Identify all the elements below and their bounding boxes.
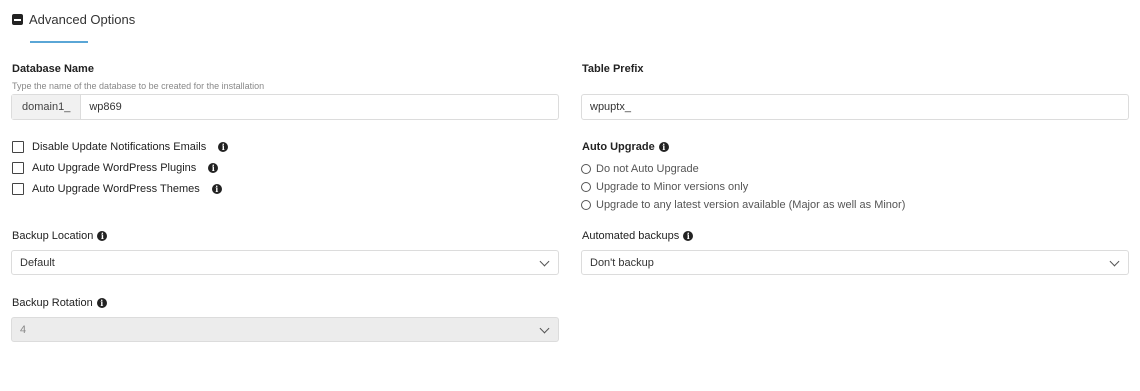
radio-label: Do not Auto Upgrade: [596, 163, 699, 175]
info-icon[interactable]: i: [208, 163, 219, 173]
automated-backups-label-row: Automated backups i: [582, 230, 694, 242]
database-name-hint: Type the name of the database to be crea…: [12, 81, 265, 91]
radio-no-auto-upgrade[interactable]: Do not Auto Upgrade: [581, 163, 699, 175]
automated-backups-select[interactable]: Don't backup: [581, 250, 1129, 275]
backup-rotation-select: 4: [11, 317, 559, 342]
checkbox-auto-upgrade-plugins[interactable]: Auto Upgrade WordPress Plugins i: [12, 162, 219, 174]
info-icon[interactable]: i: [218, 142, 229, 152]
checkbox[interactable]: [12, 162, 24, 174]
radio-button[interactable]: [581, 200, 591, 210]
backup-location-label: Backup Location: [12, 230, 94, 242]
auto-upgrade-label: Auto Upgrade: [582, 141, 655, 153]
automated-backups-label: Automated backups: [582, 230, 680, 242]
minus-square-icon: [12, 14, 23, 25]
checkbox-auto-upgrade-themes[interactable]: Auto Upgrade WordPress Themes i: [12, 183, 222, 195]
chevron-down-icon: [1109, 256, 1120, 266]
automated-backups-value: Don't backup: [590, 256, 654, 269]
backup-rotation-value: 4: [20, 323, 27, 336]
info-icon[interactable]: i: [97, 231, 108, 241]
table-prefix-value: wpuptx_: [590, 101, 631, 113]
table-prefix-label: Table Prefix: [582, 63, 644, 75]
section-title: Advanced Options: [29, 12, 136, 27]
radio-button[interactable]: [581, 182, 591, 192]
table-prefix-input[interactable]: wpuptx_: [581, 94, 1129, 120]
database-name-label: Database Name: [12, 63, 94, 75]
checkbox-label: Disable Update Notifications Emails: [32, 141, 207, 153]
backup-location-value: Default: [20, 256, 55, 269]
checkbox-label: Auto Upgrade WordPress Themes: [32, 183, 200, 195]
radio-upgrade-minor[interactable]: Upgrade to Minor versions only: [581, 181, 748, 193]
checkbox[interactable]: [12, 141, 24, 153]
backup-rotation-label-row: Backup Rotation i: [12, 297, 107, 309]
checkbox[interactable]: [12, 183, 24, 195]
radio-label: Upgrade to any latest version available …: [596, 199, 906, 211]
info-icon[interactable]: i: [211, 184, 222, 194]
info-icon[interactable]: i: [683, 231, 694, 241]
radio-upgrade-latest[interactable]: Upgrade to any latest version available …: [581, 199, 905, 211]
chevron-down-icon: [539, 323, 550, 333]
database-prefix-addon: domain1_: [12, 95, 82, 119]
backup-rotation-label: Backup Rotation: [12, 297, 93, 309]
auto-upgrade-label-row: Auto Upgrade i: [582, 141, 669, 153]
checkbox-label: Auto Upgrade WordPress Plugins: [32, 162, 197, 174]
section-title-underline: [30, 41, 88, 43]
backup-location-label-row: Backup Location i: [12, 230, 108, 242]
checkbox-disable-update-notifications[interactable]: Disable Update Notifications Emails i: [12, 141, 229, 153]
chevron-down-icon: [539, 256, 550, 266]
database-name-input[interactable]: wp869: [81, 101, 129, 113]
radio-label: Upgrade to Minor versions only: [596, 181, 749, 193]
backup-location-select[interactable]: Default: [11, 250, 559, 275]
advanced-options-toggle[interactable]: Advanced Options: [12, 12, 135, 27]
database-name-field: domain1_ wp869: [11, 94, 559, 120]
radio-button[interactable]: [581, 164, 591, 174]
info-icon[interactable]: i: [658, 142, 669, 152]
info-icon[interactable]: i: [96, 298, 107, 308]
